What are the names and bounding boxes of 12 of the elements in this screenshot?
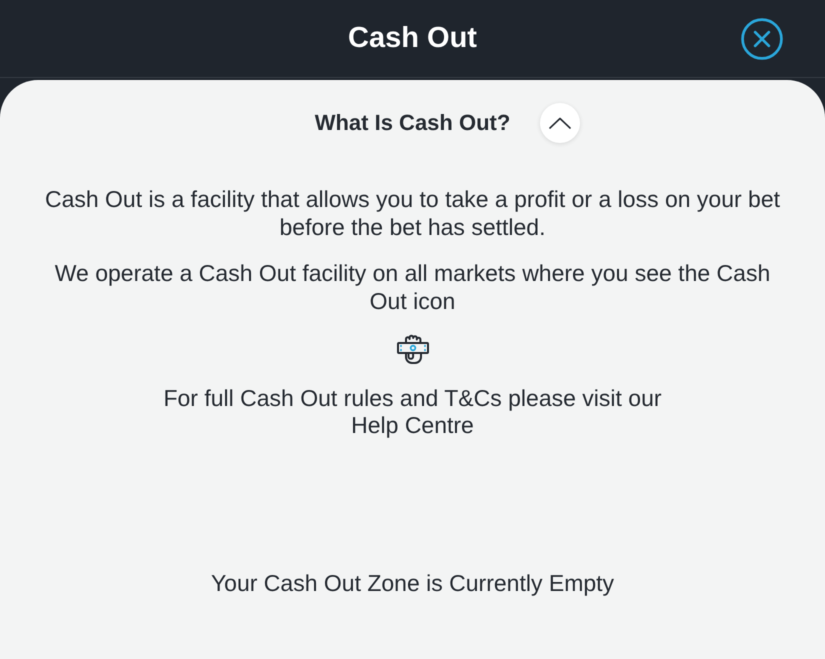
- help-centre-link[interactable]: Help Centre: [351, 412, 474, 439]
- close-icon: [741, 18, 783, 60]
- chevron-icon: [549, 117, 572, 129]
- close-button[interactable]: [741, 18, 783, 60]
- section-heading: What Is Cash Out?: [314, 110, 510, 136]
- empty-message: Your Cash Out Zone is Currently Empty: [210, 569, 614, 597]
- info-paragraph: Cash Out is a facility that allows you to take a profit or a loss on your bet before the bet has settled.: [44, 185, 782, 241]
- page-title: Cash Out: [348, 22, 477, 55]
- info-paragraph: We operate a Cash Out facility on all markets where you see the Cash Out icon: [54, 259, 772, 315]
- hand-banknote-icon: [396, 333, 430, 365]
- collapse-button[interactable]: [540, 103, 580, 143]
- help-text: For full Cash Out rules and T&Cs please visit our: [163, 385, 662, 412]
